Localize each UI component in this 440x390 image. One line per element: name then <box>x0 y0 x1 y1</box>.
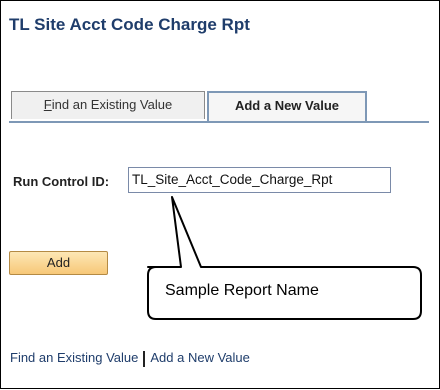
link-separator <box>143 350 146 367</box>
bottom-links: Find an Existing Value Add a New Value <box>10 350 250 367</box>
link-find-existing-value[interactable]: Find an Existing Value <box>10 350 138 365</box>
link-add-new-value[interactable]: Add a New Value <box>150 350 250 365</box>
callout-bubble <box>147 196 422 320</box>
page-frame: TL Site Acct Code Charge Rpt Find an Exi… <box>0 0 440 389</box>
callout-shape <box>147 196 422 320</box>
callout-text: Sample Report Name <box>165 282 319 299</box>
